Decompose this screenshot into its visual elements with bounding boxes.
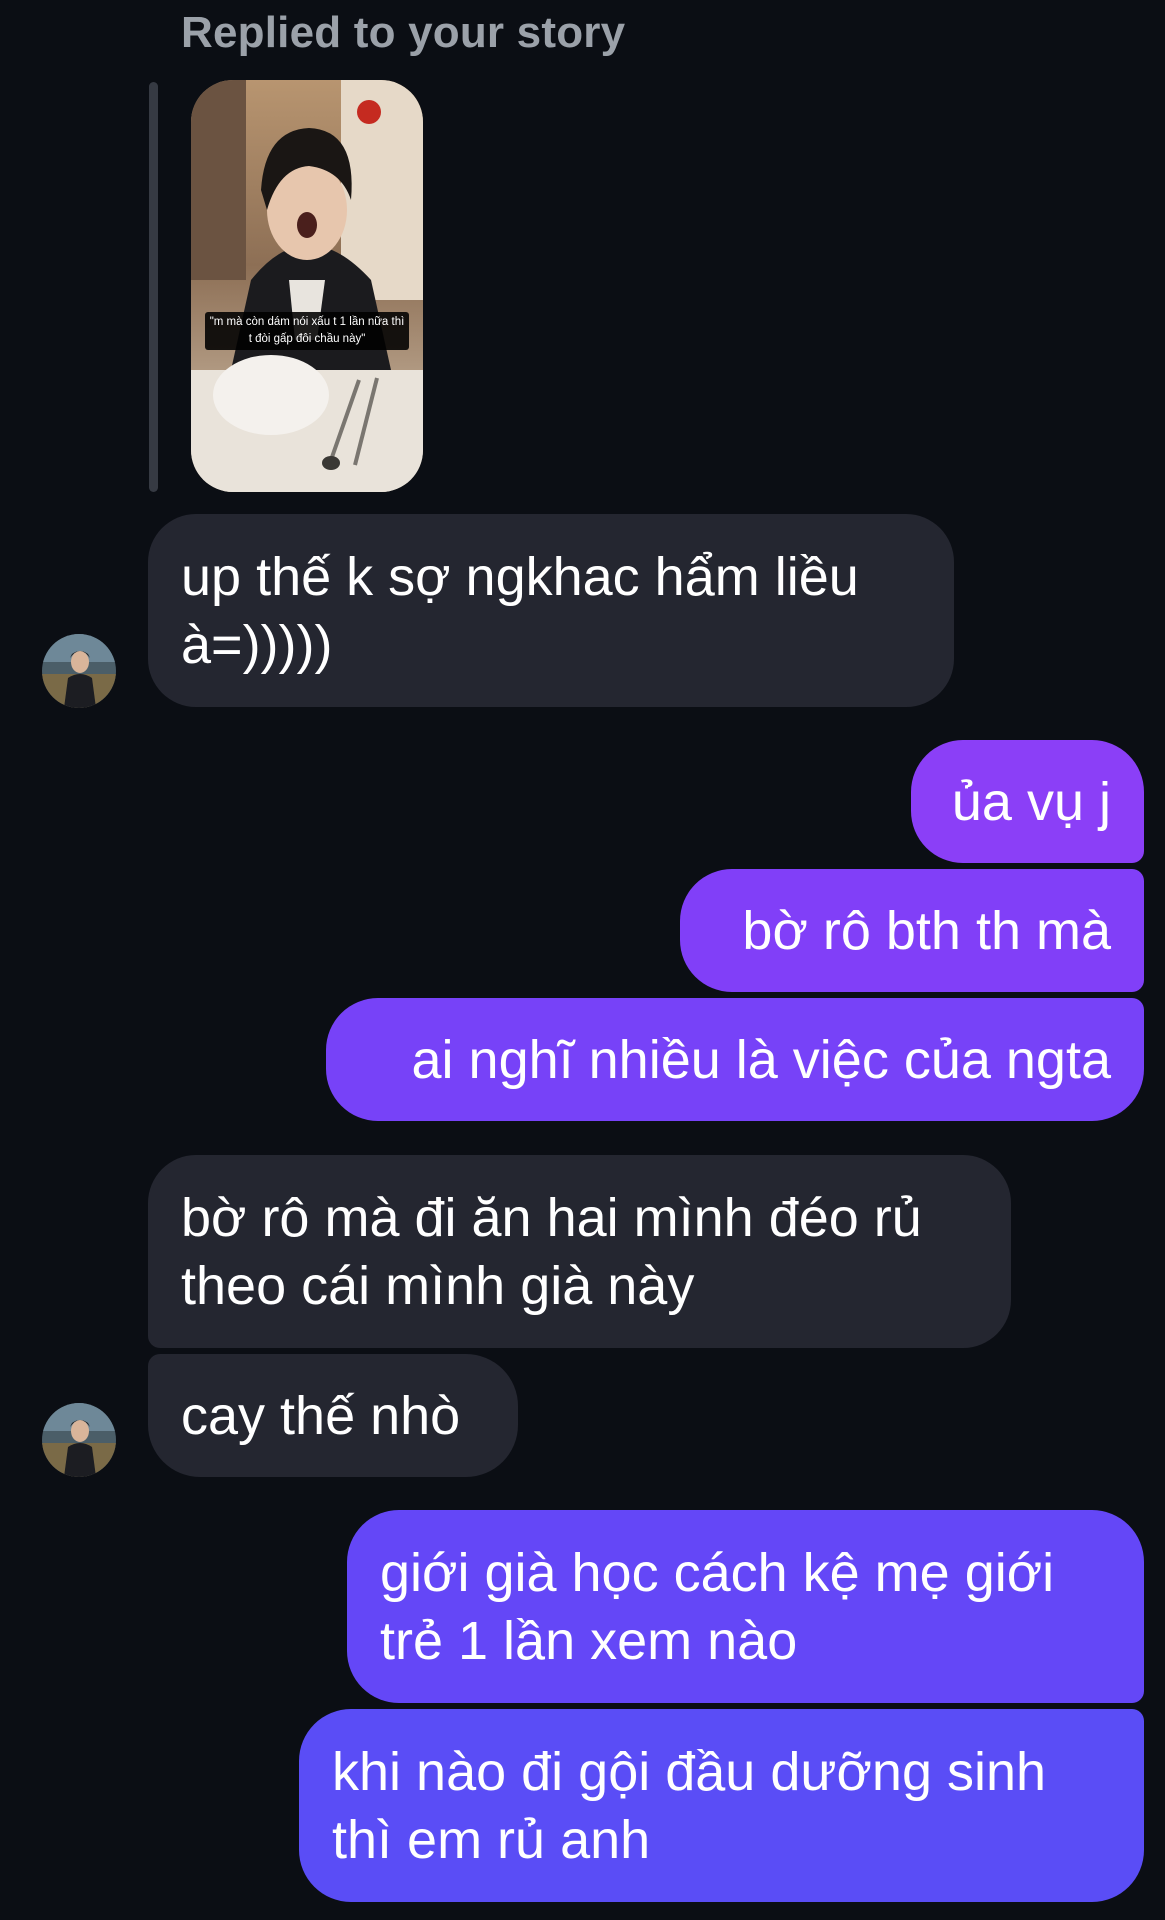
- message-text: bờ rô bth th mà: [742, 900, 1111, 961]
- avatar-icon: [42, 634, 116, 708]
- message-text: up thế k sợ ngkhac hẩm liều à=))))): [181, 546, 859, 675]
- story-photo: [191, 80, 423, 492]
- story-thumbnail[interactable]: "m mà còn dám nói xấu t 1 lần nữa thì t …: [191, 80, 423, 492]
- avatar-2[interactable]: [42, 1403, 116, 1477]
- message-bubble-sent[interactable]: bờ rô bth th mà: [680, 869, 1144, 992]
- message-text: giới già học cách kệ mẹ giới trẻ 1 lần x…: [380, 1542, 1055, 1671]
- reply-header: Replied to your story: [181, 8, 626, 57]
- message-bubble-sent[interactable]: ai nghĩ nhiều là việc của ngta: [326, 998, 1144, 1121]
- message-bubble-received[interactable]: bờ rô mà đi ăn hai mình đéo rủ theo cái …: [148, 1155, 1011, 1348]
- message-bubble-sent[interactable]: ủa vụ j: [911, 740, 1144, 863]
- message-text: ai nghĩ nhiều là việc của ngta: [411, 1029, 1112, 1090]
- message-text: bờ rô mà đi ăn hai mình đéo rủ theo cái …: [181, 1187, 922, 1316]
- message-bubble-received[interactable]: cay thế nhò: [148, 1354, 518, 1477]
- message-bubble-sent[interactable]: khi nào đi gội đầu dưỡng sinh thì em rủ …: [299, 1709, 1144, 1902]
- message-bubble-sent[interactable]: giới già học cách kệ mẹ giới trẻ 1 lần x…: [347, 1510, 1144, 1703]
- reply-quote-bar: [149, 82, 158, 492]
- story-caption: "m mà còn dám nói xấu t 1 lần nữa thì t …: [205, 312, 409, 350]
- message-text: khi nào đi gội đầu dưỡng sinh thì em rủ …: [332, 1741, 1047, 1870]
- avatar-1[interactable]: [42, 634, 116, 708]
- avatar-icon: [42, 1403, 116, 1477]
- message-text: ủa vụ j: [951, 771, 1111, 832]
- message-bubble-received[interactable]: up thế k sợ ngkhac hẩm liều à=))))): [148, 514, 954, 707]
- message-text: cay thế nhò: [181, 1385, 461, 1446]
